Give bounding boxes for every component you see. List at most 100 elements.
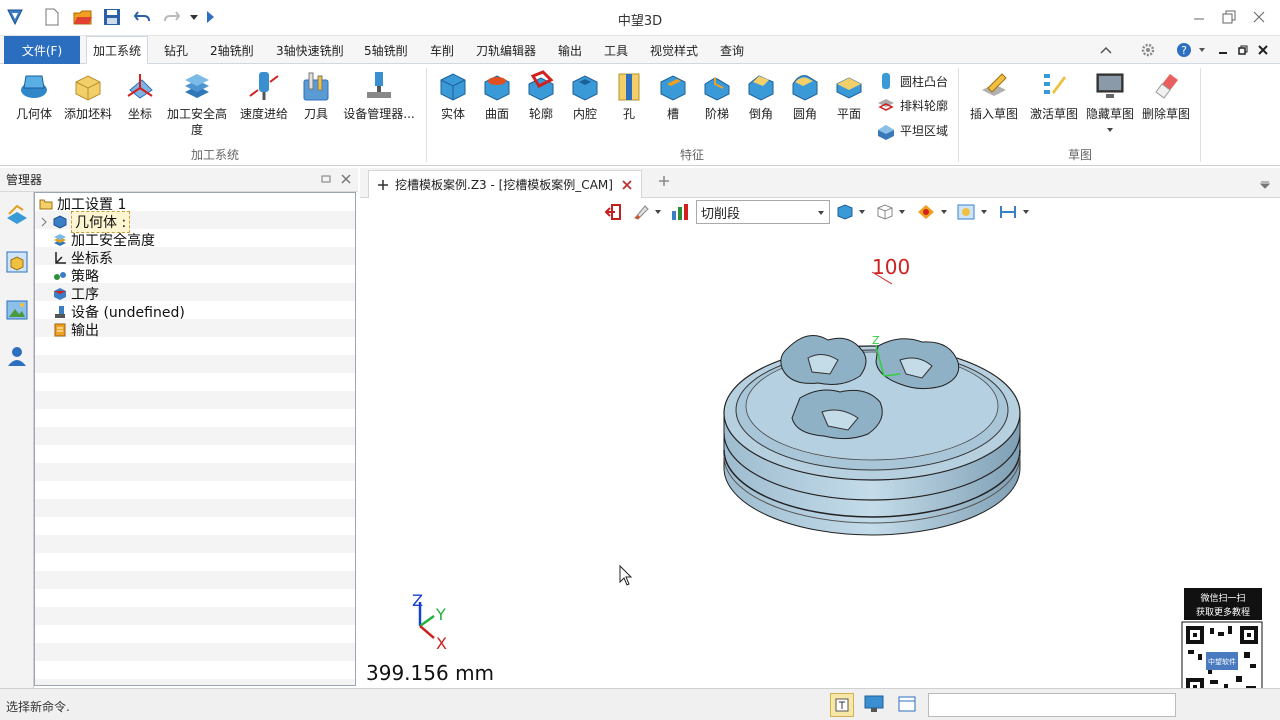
display-dropdown-icon[interactable] <box>980 200 988 224</box>
view-dropdown-icon[interactable] <box>898 200 906 224</box>
settings-gear-icon[interactable] <box>1138 40 1158 60</box>
insert-sketch-button[interactable]: 插入草图 <box>966 70 1022 122</box>
axis-label-y: Y <box>435 605 446 624</box>
delete-sketch-button[interactable]: 删除草图 <box>1138 70 1194 122</box>
tab-toolpath-editor[interactable]: 刀轨编辑器 <box>470 36 542 64</box>
tree-node-operations[interactable]: 工序 <box>53 285 99 303</box>
monitor-icon[interactable] <box>864 695 884 716</box>
exit-icon[interactable] <box>604 200 622 224</box>
feature-profile-button[interactable]: 轮廓 <box>522 70 560 122</box>
feature-fillet-button[interactable]: 圆角 <box>786 70 824 122</box>
panel-close-icon[interactable] <box>340 173 352 188</box>
tab-visual-style[interactable]: 视觉样式 <box>644 36 704 64</box>
restore-button[interactable] <box>1216 6 1242 28</box>
feature-step-button[interactable]: 阶梯 <box>698 70 736 122</box>
tree-node-device[interactable]: 设备 (undefined) <box>53 303 185 321</box>
render-dropdown-icon[interactable] <box>940 200 948 224</box>
chevron-right-icon[interactable] <box>39 217 49 227</box>
feature-surface-button[interactable]: 曲面 <box>478 70 516 122</box>
feature-hole-button[interactable]: 孔 <box>610 70 648 122</box>
new-tab-plus-icon[interactable] <box>658 175 670 190</box>
activate-sketch-icon <box>1038 70 1070 102</box>
feature-solid-button[interactable]: 实体 <box>434 70 472 122</box>
collapse-ribbon-icon[interactable] <box>1096 40 1116 60</box>
filter-chart-icon[interactable] <box>670 200 690 224</box>
step-icon <box>701 70 733 102</box>
feature-chamfer-button[interactable]: 倒角 <box>742 70 780 122</box>
wireframe-cube-icon[interactable] <box>876 200 894 224</box>
chevron-down-icon <box>1107 128 1113 132</box>
tab-turning[interactable]: 车削 <box>424 36 460 64</box>
help-dropdown-icon[interactable] <box>1196 40 1208 60</box>
shading-dropdown-icon[interactable] <box>858 200 866 224</box>
hide-sketch-icon <box>1094 70 1126 102</box>
close-window-button[interactable] <box>1246 6 1272 28</box>
safety-height-button[interactable]: 加工安全高 度 <box>164 70 230 138</box>
tab-tools[interactable]: 工具 <box>598 36 634 64</box>
picture-icon[interactable] <box>5 298 29 322</box>
tab-list-dropdown-icon[interactable] <box>1259 178 1271 192</box>
command-input-toggle[interactable] <box>830 693 854 717</box>
feature-pocket-button[interactable]: 内腔 <box>566 70 604 122</box>
model-axis-label: Z <box>872 334 880 347</box>
feature-plane-button[interactable]: 平面 <box>830 70 868 122</box>
tab-5axis-milling[interactable]: 5轴铣削 <box>358 36 414 64</box>
part-cube-icon[interactable] <box>5 250 29 274</box>
tab-2axis-milling[interactable]: 2轴铣削 <box>204 36 260 64</box>
minimize-button[interactable] <box>1186 6 1212 28</box>
machining-tree-icon[interactable] <box>5 202 29 226</box>
document-tab-bar: 挖槽模板案例.Z3 - [挖槽模板案例_CAM] <box>360 168 1280 198</box>
add-stock-button[interactable]: 添加坯料 <box>62 70 114 122</box>
panel-float-icon[interactable] <box>320 173 332 188</box>
display-filter-icon[interactable] <box>956 200 976 224</box>
tab-3axis-fast-milling[interactable]: 3轴快速铣削 <box>270 36 350 64</box>
tree-node-strategy[interactable]: 策略 <box>53 267 99 285</box>
tool-button[interactable]: 刀具 <box>298 70 334 122</box>
tree-node-coordinate-system[interactable]: 坐标系 <box>53 249 113 267</box>
tree-node-safety-height[interactable]: 加工安全高度 <box>53 231 155 249</box>
geometry-button[interactable]: 几何体 <box>10 70 58 122</box>
feed-speed-button[interactable]: 速度进给 <box>236 70 292 122</box>
nesting-profile-button[interactable]: 排料轮廓 <box>876 94 948 116</box>
tree-node-geometry[interactable]: 几何体 : <box>39 211 131 233</box>
doc-minimize-icon[interactable] <box>1216 40 1230 60</box>
flat-area-button[interactable]: 平坦区域 <box>876 119 948 141</box>
window-layout-icon[interactable] <box>898 695 916 716</box>
tab-output[interactable]: 输出 <box>552 36 588 64</box>
activate-sketch-button[interactable]: 激活草图 <box>1026 70 1082 122</box>
title-bar: 中望3D <box>0 0 1280 36</box>
plane-icon <box>833 70 865 102</box>
model-view[interactable]: Z 100 Z Y X 399.156 mm 微信扫一扫 获取更多教程 中望软件 <box>360 228 1280 701</box>
flat-area-icon <box>878 125 894 140</box>
graphics-viewport[interactable]: Z 100 Z Y X 399.156 mm 微信扫一扫 获取更多教程 中望软件 <box>360 228 1280 701</box>
shaded-cube-icon[interactable] <box>836 200 854 224</box>
command-input[interactable] <box>928 693 1176 717</box>
user-icon[interactable] <box>5 344 29 368</box>
measure-icon[interactable] <box>998 200 1018 224</box>
device-manager-button[interactable]: 设备管理器... <box>340 70 418 122</box>
filter-select[interactable]: 切削段 <box>696 200 830 224</box>
measure-dropdown-icon[interactable] <box>1022 200 1030 224</box>
tab-query[interactable]: 查询 <box>714 36 750 64</box>
part-model[interactable] <box>723 335 1021 536</box>
tree-node-output[interactable]: 输出 <box>53 321 99 339</box>
tab-drilling[interactable]: 钻孔 <box>158 36 194 64</box>
coordinate-axes-icon <box>124 70 156 102</box>
view-triad: Z Y X <box>412 591 447 653</box>
help-icon[interactable]: ? <box>1174 40 1194 60</box>
render-palette-icon[interactable] <box>916 200 936 224</box>
coordinate-button[interactable]: 坐标 <box>122 70 158 122</box>
doc-close-icon[interactable] <box>1256 40 1270 60</box>
cylinder-boss-button[interactable]: 圆柱凸台 <box>876 70 948 92</box>
brush-dropdown-icon[interactable] <box>654 200 662 224</box>
document-tab[interactable]: 挖槽模板案例.Z3 - [挖槽模板案例_CAM] <box>368 170 642 198</box>
feature-slot-button[interactable]: 槽 <box>654 70 692 122</box>
tab-machining-system[interactable]: 加工系统 <box>86 36 149 64</box>
group-label-features: 特征 <box>679 148 704 162</box>
close-tab-icon[interactable] <box>621 179 633 191</box>
hide-sketch-dropdown[interactable] <box>1104 126 1116 134</box>
doc-restore-icon[interactable] <box>1236 40 1250 60</box>
hide-sketch-button[interactable]: 隐藏草图 <box>1084 70 1136 122</box>
file-menu-button[interactable]: 文件(F) <box>4 36 80 64</box>
brush-icon[interactable] <box>632 200 650 224</box>
